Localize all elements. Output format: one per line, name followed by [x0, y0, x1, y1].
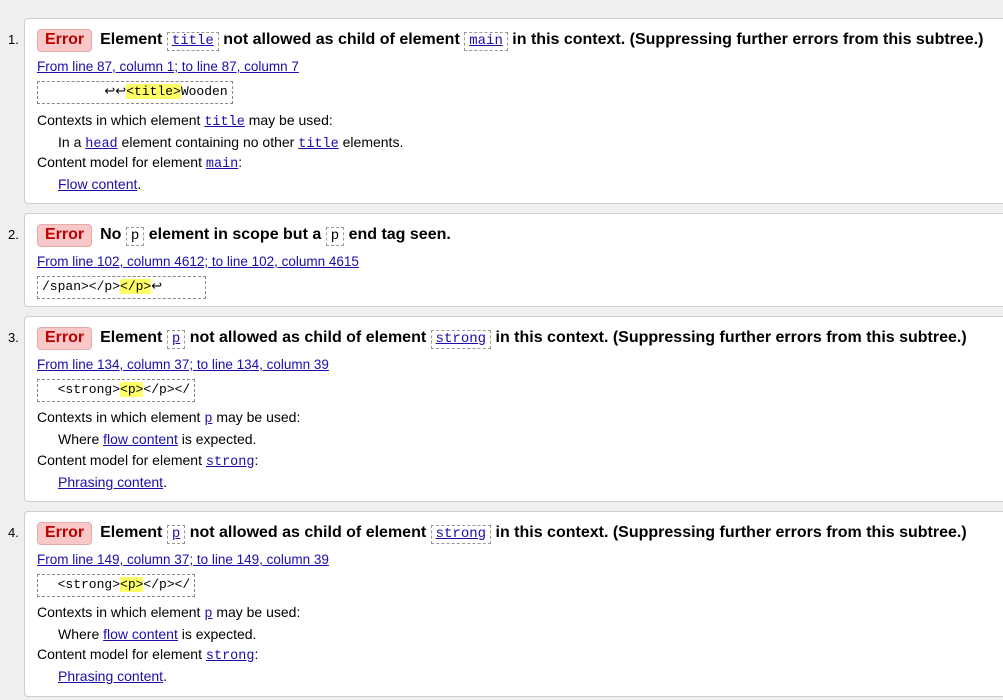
element-link-strong[interactable]: strong	[430, 330, 492, 349]
error-card: Error Element title not allowed as child …	[24, 18, 1003, 204]
element-link-strong[interactable]: strong	[206, 455, 255, 470]
element-link-main[interactable]: main	[206, 157, 238, 172]
element-link-p[interactable]: p	[166, 525, 186, 544]
error-message: Error No p element in scope but a p end t…	[37, 224, 451, 247]
extract-highlight: </p>	[120, 279, 152, 294]
contexts-value: In a head element containing no other ti…	[58, 134, 404, 152]
content-model-value: Phrasing content.	[58, 474, 167, 490]
element-code-p: p	[125, 227, 145, 246]
error-card: Error Element p not allowed as child of e…	[24, 316, 1003, 502]
element-link-strong[interactable]: strong	[430, 525, 492, 544]
element-link-title[interactable]: title	[166, 32, 219, 51]
error-number: 3.	[8, 330, 19, 345]
error-number: 2.	[8, 227, 19, 242]
element-link-p[interactable]: p	[166, 330, 186, 349]
element-link-main[interactable]: main	[464, 32, 508, 51]
phrasing-content-link[interactable]: Phrasing content	[58, 474, 163, 490]
flow-content-link[interactable]: Flow content	[58, 176, 137, 192]
error-message: Error Element p not allowed as child of e…	[37, 522, 967, 545]
error-card: Error Element p not allowed as child of e…	[24, 511, 1003, 697]
location-link[interactable]: From line 149, column 37; to line 149, c…	[37, 552, 329, 567]
error-card: Error No p element in scope but a p end t…	[24, 213, 1003, 307]
contexts-value: Where flow content is expected.	[58, 626, 257, 642]
element-link-strong[interactable]: strong	[206, 649, 255, 664]
content-model-value: Phrasing content.	[58, 668, 167, 684]
contexts-label: Contexts in which element p may be used:	[37, 604, 301, 622]
flow-content-link[interactable]: flow content	[103, 626, 178, 642]
contexts-label: Contexts in which element p may be used:	[37, 409, 301, 427]
extract-highlight: <p>	[120, 382, 144, 397]
error-number: 1.	[8, 32, 19, 47]
content-model-label: Content model for element strong:	[37, 646, 259, 664]
contexts-label: Contexts in which element title may be u…	[37, 112, 333, 130]
extract-highlight: <p>	[120, 577, 144, 592]
error-badge: Error	[37, 224, 93, 247]
extract-highlight: <title>	[126, 84, 181, 99]
flow-content-link[interactable]: flow content	[103, 431, 178, 447]
code-extract: ↩↩<title>Wooden	[37, 81, 233, 104]
error-message: Error Element title not allowed as child …	[37, 29, 983, 52]
content-model-label: Content model for element main:	[37, 154, 243, 172]
element-link-head[interactable]: head	[85, 137, 117, 152]
element-link-title[interactable]: title	[298, 137, 339, 152]
contexts-value: Where flow content is expected.	[58, 431, 257, 447]
content-model-value: Flow content.	[58, 176, 142, 192]
code-extract: <strong><p></p></	[37, 379, 196, 402]
error-badge: Error	[37, 522, 93, 545]
error-number: 4.	[8, 525, 19, 540]
error-badge: Error	[37, 327, 93, 350]
element-link-p[interactable]: p	[204, 412, 212, 427]
error-message: Error Element p not allowed as child of e…	[37, 327, 967, 350]
content-model-label: Content model for element strong:	[37, 452, 259, 470]
location-link[interactable]: From line 134, column 37; to line 134, c…	[37, 357, 329, 372]
location-link[interactable]: From line 102, column 4612; to line 102,…	[37, 254, 359, 269]
phrasing-content-link[interactable]: Phrasing content	[58, 668, 163, 684]
element-link-p[interactable]: p	[204, 607, 212, 622]
error-badge: Error	[37, 29, 93, 52]
code-extract: <strong><p></p></	[37, 574, 196, 597]
location-link[interactable]: From line 87, column 1; to line 87, colu…	[37, 59, 299, 74]
element-link-title[interactable]: title	[204, 115, 245, 130]
code-extract: /span></p></p>↩	[37, 276, 207, 299]
element-code-p: p	[325, 227, 345, 246]
